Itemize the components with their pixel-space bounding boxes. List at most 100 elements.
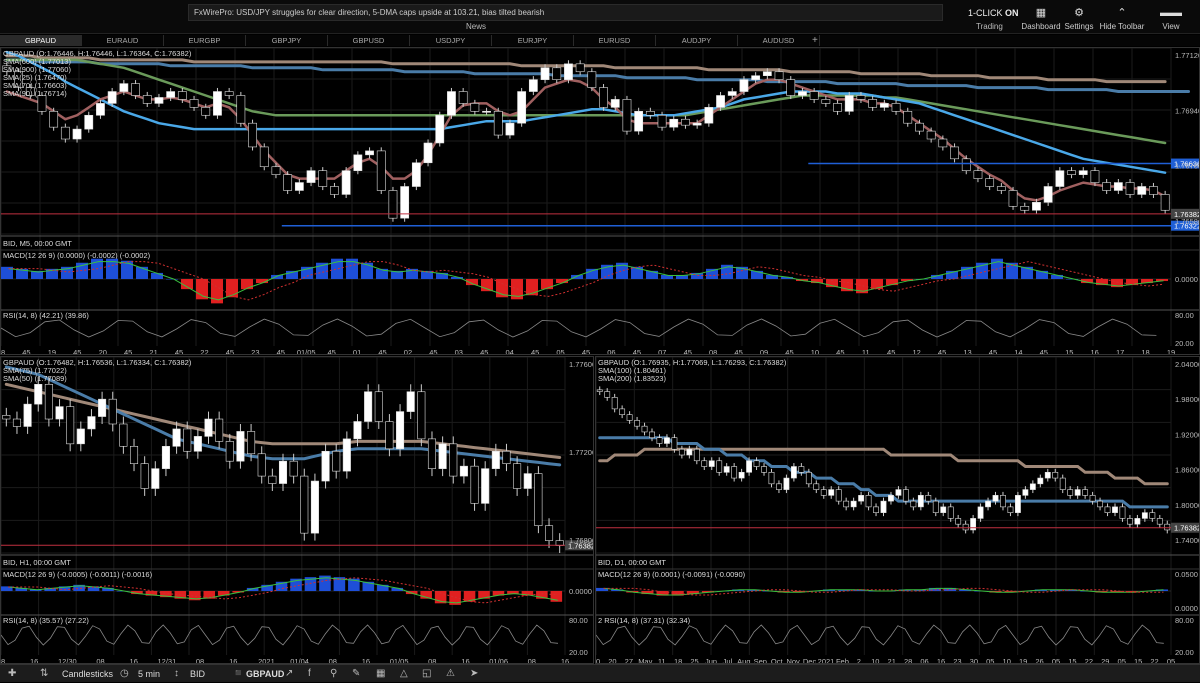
draw-line-icon[interactable]: ↗ bbox=[285, 665, 293, 683]
interval-select[interactable]: 5 min bbox=[138, 665, 160, 683]
chart-type-select[interactable]: Candlesticks bbox=[62, 665, 113, 683]
one-click-toggle[interactable]: 1-CLICK ON bbox=[968, 8, 1019, 18]
m5-chart-svg[interactable]: 1.766361.763221.763821.771201.769401.767… bbox=[1, 48, 1200, 355]
candle-body bbox=[458, 91, 468, 104]
tab-eurusd[interactable]: EURUSD bbox=[574, 35, 656, 46]
candle-body bbox=[681, 118, 690, 126]
candle-body bbox=[268, 475, 277, 484]
candle-body bbox=[776, 483, 782, 490]
time-axis-label: 45 bbox=[175, 348, 183, 355]
candle-body bbox=[820, 489, 827, 496]
candle-body bbox=[1067, 489, 1074, 496]
candle-body bbox=[1055, 170, 1065, 187]
time-axis-label: 45 bbox=[989, 348, 997, 355]
time-axis-label: 08 bbox=[329, 657, 337, 664]
time-axis-label: 45 bbox=[938, 348, 946, 355]
zoom-icon[interactable]: ⚲ bbox=[330, 665, 337, 683]
candle-body bbox=[540, 67, 550, 80]
candle-body bbox=[599, 87, 608, 108]
chart-panel-d1[interactable]: 1.76382 2.04000 1.98000 1.92000 1.86000 1.800… bbox=[595, 356, 1200, 664]
candle-body bbox=[321, 450, 330, 482]
candle-body bbox=[23, 403, 32, 427]
candle-body bbox=[564, 63, 573, 80]
tab-eurjpy[interactable]: EURJPY bbox=[492, 35, 574, 46]
tab-euraud[interactable]: EURAUD bbox=[82, 35, 164, 46]
candle-body bbox=[523, 473, 532, 489]
shapes-icon[interactable]: △ bbox=[400, 665, 408, 683]
time-axis-label: 12/30 bbox=[58, 657, 77, 664]
candle-body bbox=[926, 130, 936, 140]
tab-usdjpy[interactable]: USDJPY bbox=[410, 35, 492, 46]
candle-body bbox=[664, 437, 670, 444]
time-axis-label: 22 bbox=[1150, 657, 1158, 664]
crosshair-icon[interactable]: ✚ bbox=[8, 665, 16, 683]
candle-body bbox=[1119, 506, 1126, 519]
time-axis-label: 20 bbox=[99, 348, 107, 355]
pen-icon[interactable]: ✎ bbox=[352, 665, 360, 683]
add-tab-icon[interactable]: + bbox=[812, 35, 818, 46]
candle-body bbox=[517, 91, 527, 124]
tab-gbpaud[interactable]: GBPAUD bbox=[0, 35, 82, 46]
tab-audjpy[interactable]: AUDJPY bbox=[656, 35, 738, 46]
view-button[interactable]: ▬▬ View bbox=[1144, 6, 1198, 31]
candle-body bbox=[798, 466, 805, 473]
candle-body bbox=[753, 460, 760, 467]
time-axis-label: 17 bbox=[1116, 348, 1124, 355]
time-axis-label: 16 bbox=[561, 657, 569, 664]
time-axis-label: 45 bbox=[277, 348, 285, 355]
tab-gbpusd[interactable]: GBPUSD bbox=[328, 35, 410, 46]
candle-body bbox=[1020, 205, 1030, 211]
sma-200-line bbox=[598, 447, 1169, 486]
last-price-label: 1.76382 bbox=[1174, 524, 1200, 533]
chart-panel-h1[interactable]: 1.76382 1.77600 1.77200 1.76800 GBPAUD (O:1.… bbox=[0, 356, 594, 664]
candle-body bbox=[716, 95, 725, 108]
price-type-icon: ↕ bbox=[174, 668, 179, 679]
alert-icon[interactable]: ⚠ bbox=[446, 665, 455, 683]
candle-body bbox=[552, 67, 562, 80]
time-axis-label: 05 bbox=[1118, 657, 1126, 664]
hide-toolbar-button[interactable]: ⌃ Hide Toolbar bbox=[1095, 6, 1149, 31]
bid-timeframe-label: BID, H1, 00:00 GMT bbox=[3, 558, 71, 567]
time-axis-label: 45 bbox=[378, 348, 386, 355]
time-axis-label: 05 bbox=[986, 657, 994, 664]
candle-body bbox=[704, 107, 714, 124]
tab-gbpjpy[interactable]: GBPJPY bbox=[246, 35, 328, 46]
candle-body bbox=[761, 466, 767, 473]
candle-body bbox=[72, 128, 82, 140]
candle-body bbox=[215, 418, 224, 442]
candle-body bbox=[634, 420, 640, 427]
time-axis-label: 2021 bbox=[818, 657, 835, 664]
candle-body bbox=[225, 441, 234, 462]
candle-body bbox=[374, 391, 383, 422]
candle-body bbox=[449, 443, 458, 477]
news-ticker[interactable]: FxWirePro: USD/JPY struggles for clear d… bbox=[188, 4, 943, 21]
candle-body bbox=[751, 75, 761, 80]
news-label[interactable]: News bbox=[466, 22, 486, 31]
macd-tick-label: 0.0000 bbox=[1175, 604, 1198, 613]
grid-toggle-icon[interactable]: ▦ bbox=[376, 665, 385, 683]
cursor-icon[interactable]: ➤ bbox=[470, 665, 478, 683]
candle-body bbox=[1160, 194, 1170, 211]
time-axis-label: 07 bbox=[658, 348, 666, 355]
chart-type-icon[interactable]: ⇅ bbox=[40, 665, 48, 683]
symbol-icon: ◾ bbox=[232, 668, 245, 679]
price-type-select[interactable]: BID bbox=[190, 665, 205, 683]
lock-icon[interactable]: ◱ bbox=[422, 665, 431, 683]
candle-body bbox=[1112, 506, 1118, 513]
candle-body bbox=[213, 91, 222, 116]
candle-body bbox=[12, 418, 21, 427]
time-axis-label: 22 bbox=[200, 348, 208, 355]
time-axis-label: 01 bbox=[353, 348, 361, 355]
news-text[interactable]: FxWirePro: USD/JPY struggles for clear d… bbox=[194, 8, 544, 17]
time-axis-label: 25 bbox=[690, 657, 698, 664]
candle-body bbox=[236, 95, 246, 124]
indicator-icon[interactable]: f bbox=[308, 665, 311, 683]
candle-body bbox=[502, 450, 511, 464]
d1-chart-svg[interactable]: 1.76382 2.04000 1.98000 1.92000 1.86000 1.800… bbox=[596, 357, 1200, 664]
h1-chart-svg[interactable]: 1.763821.776001.772001.76800GBPAUD (O:1.… bbox=[1, 357, 594, 664]
tab-eurgbp[interactable]: EURGBP bbox=[164, 35, 246, 46]
symbol-select[interactable]: GBPAUD bbox=[246, 665, 284, 683]
chart-panel-m5[interactable]: 1.76636 1.76322 1.76382 1.77120 1.76940 1.767… bbox=[0, 47, 1200, 355]
tab-audusd[interactable]: AUDUSD bbox=[738, 35, 820, 46]
trading-label[interactable]: Trading bbox=[976, 22, 1003, 31]
